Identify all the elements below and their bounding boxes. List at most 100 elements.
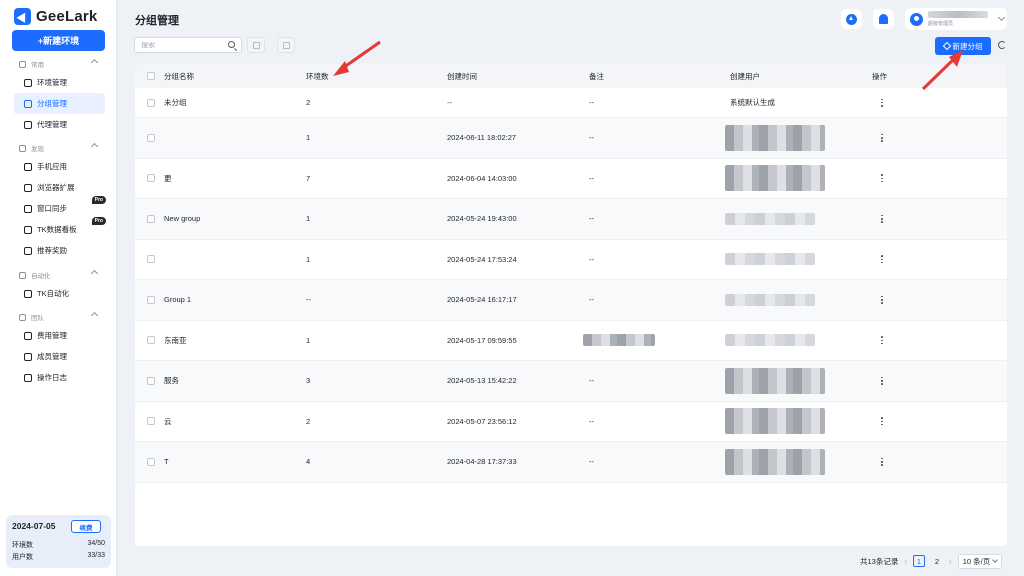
more-actions-icon[interactable]	[881, 214, 883, 223]
row-actions[interactable]	[881, 442, 883, 482]
row-actions[interactable]	[881, 402, 883, 442]
more-actions-icon[interactable]	[881, 98, 883, 107]
page-1-button[interactable]: 1	[913, 555, 926, 567]
table-row[interactable]: 更 7 2024-06-04 14:03:00 --	[135, 159, 1007, 199]
new-environment-button[interactable]: +新建环境	[12, 30, 105, 51]
next-page-icon[interactable]: ›	[949, 557, 952, 566]
row-actions[interactable]	[881, 361, 883, 401]
chevron-up-icon	[90, 269, 99, 278]
note: --	[589, 416, 594, 426]
select-all-checkbox[interactable]	[147, 72, 155, 80]
user-menu[interactable]: 超级管理员	[905, 8, 1007, 30]
chevron-up-icon	[90, 142, 99, 151]
creator	[725, 199, 815, 239]
sidebar-item-env-management[interactable]: 环境管理	[14, 72, 105, 93]
more-actions-icon[interactable]	[881, 255, 883, 264]
row-actions[interactable]	[881, 159, 883, 199]
table-row[interactable]: Group 1 -- 2024-05-24 16:17:17 --	[135, 280, 1007, 321]
user-count-row: 用户数 33/33	[12, 552, 105, 561]
table-row[interactable]: 未分组 2 -- -- 系统默认生成	[135, 88, 1007, 118]
more-actions-icon[interactable]	[881, 417, 883, 426]
sidebar-item-members[interactable]: 成员管理	[14, 346, 105, 367]
row-actions[interactable]	[881, 199, 883, 239]
creator: 系统默认生成	[730, 98, 775, 107]
sidebar-item-billing[interactable]: 费用管理	[14, 325, 105, 346]
delete-button[interactable]	[277, 37, 295, 53]
more-actions-icon[interactable]	[881, 295, 883, 304]
row-checkbox[interactable]	[147, 417, 155, 426]
upload-button[interactable]	[841, 9, 862, 29]
nav-group-header[interactable]: 团队	[0, 309, 117, 325]
log-icon	[24, 373, 32, 382]
list-icon	[24, 99, 32, 108]
row-checkbox[interactable]	[147, 295, 155, 304]
nav-group-header[interactable]: 发现	[0, 140, 117, 156]
page-2-button[interactable]: 2	[931, 555, 943, 567]
renew-button[interactable]: 续费	[71, 520, 101, 533]
created-time: 2024-04-28 17:37:33	[447, 457, 517, 467]
search-icon[interactable]	[228, 41, 235, 48]
row-checkbox[interactable]	[147, 336, 155, 345]
column-header-created-time[interactable]: 创建时间	[447, 64, 477, 88]
table-row[interactable]: New group 1 2024-05-24 19:43:00 --	[135, 199, 1007, 240]
new-group-button[interactable]: 新建分组	[935, 37, 991, 55]
search-input[interactable]	[141, 41, 221, 49]
row-actions[interactable]	[881, 118, 883, 158]
sidebar-item-tk-dashboard[interactable]: TK数据看板 Pro	[14, 217, 106, 240]
env-count: 3	[306, 376, 311, 386]
table-row[interactable]: 云 2 2024-05-07 23:56:12 --	[135, 402, 1007, 442]
row-checkbox[interactable]	[147, 214, 155, 223]
row-actions[interactable]	[881, 88, 883, 117]
refresh-icon[interactable]	[998, 41, 1006, 49]
note: --	[589, 173, 594, 183]
table-row[interactable]: T 4 2024-04-28 17:37:33 --	[135, 442, 1007, 483]
more-actions-icon[interactable]	[881, 376, 883, 385]
row-checkbox[interactable]	[147, 255, 155, 264]
table-row[interactable]: 服务 3 2024-05-13 15:42:22 --	[135, 361, 1007, 402]
row-actions[interactable]	[881, 280, 883, 320]
chevron-up-icon	[90, 311, 99, 320]
sidebar-item-proxy-management[interactable]: 代理管理	[14, 114, 105, 135]
group-table: 分组名称 环境数 创建时间 备注 创建用户 操作 未分组2----系统默认生成​…	[135, 64, 1007, 546]
redacted-creator	[725, 212, 815, 225]
more-actions-icon[interactable]	[881, 174, 883, 183]
row-checkbox[interactable]	[147, 133, 155, 142]
sidebar-item-group-management[interactable]: 分组管理	[14, 93, 105, 114]
prev-page-icon[interactable]: ‹	[904, 557, 907, 566]
chart-icon	[24, 225, 32, 234]
more-actions-icon[interactable]	[881, 336, 883, 345]
search-box	[134, 37, 242, 53]
column-header-note[interactable]: 备注	[589, 64, 604, 88]
row-checkbox[interactable]	[147, 98, 155, 107]
logo[interactable]: GeeLark	[14, 7, 97, 25]
nav-group-header[interactable]: 自动化	[0, 267, 117, 283]
creator	[725, 280, 815, 320]
notification-button[interactable]	[873, 9, 894, 29]
sidebar-item-window-sync[interactable]: 窗口同步 Pro	[14, 196, 106, 219]
nav-group-header[interactable]: 常用	[0, 56, 117, 72]
row-checkbox[interactable]	[147, 457, 155, 466]
row-actions[interactable]	[881, 321, 883, 361]
more-actions-icon[interactable]	[881, 457, 883, 466]
sidebar-item-referral-rewards[interactable]: 推荐奖励	[14, 240, 105, 261]
row-actions[interactable]	[881, 240, 883, 280]
sidebar-item-operation-log[interactable]: 操作日志	[14, 367, 105, 388]
env-count: --	[306, 295, 311, 305]
sidebar-item-tk-automation[interactable]: TK自动化	[14, 283, 105, 304]
table-row[interactable]: ​12024-06-11 18:02:27--	[135, 118, 1007, 159]
column-header-creator[interactable]: 创建用户	[730, 64, 760, 88]
row-checkbox[interactable]	[147, 174, 155, 183]
column-header-name[interactable]: 分组名称	[164, 64, 194, 88]
trash-icon	[282, 41, 290, 49]
creator	[725, 442, 825, 482]
note: --	[589, 98, 594, 107]
page-size-select[interactable]: 10 条/页	[957, 553, 1003, 569]
table-row[interactable]: ​12024-05-24 17:53:24--	[135, 240, 1007, 280]
filter-button[interactable]	[247, 37, 265, 53]
table-row[interactable]: 东南亚 1 2024-05-17 09:59:55	[135, 321, 1007, 361]
sidebar-item-browser-extensions[interactable]: 浏览器扩展	[14, 177, 105, 198]
row-checkbox[interactable]	[147, 376, 155, 385]
column-header-env-count[interactable]: 环境数	[306, 64, 329, 88]
more-actions-icon[interactable]	[881, 133, 883, 142]
sidebar-item-mobile-apps[interactable]: 手机应用	[14, 156, 105, 177]
